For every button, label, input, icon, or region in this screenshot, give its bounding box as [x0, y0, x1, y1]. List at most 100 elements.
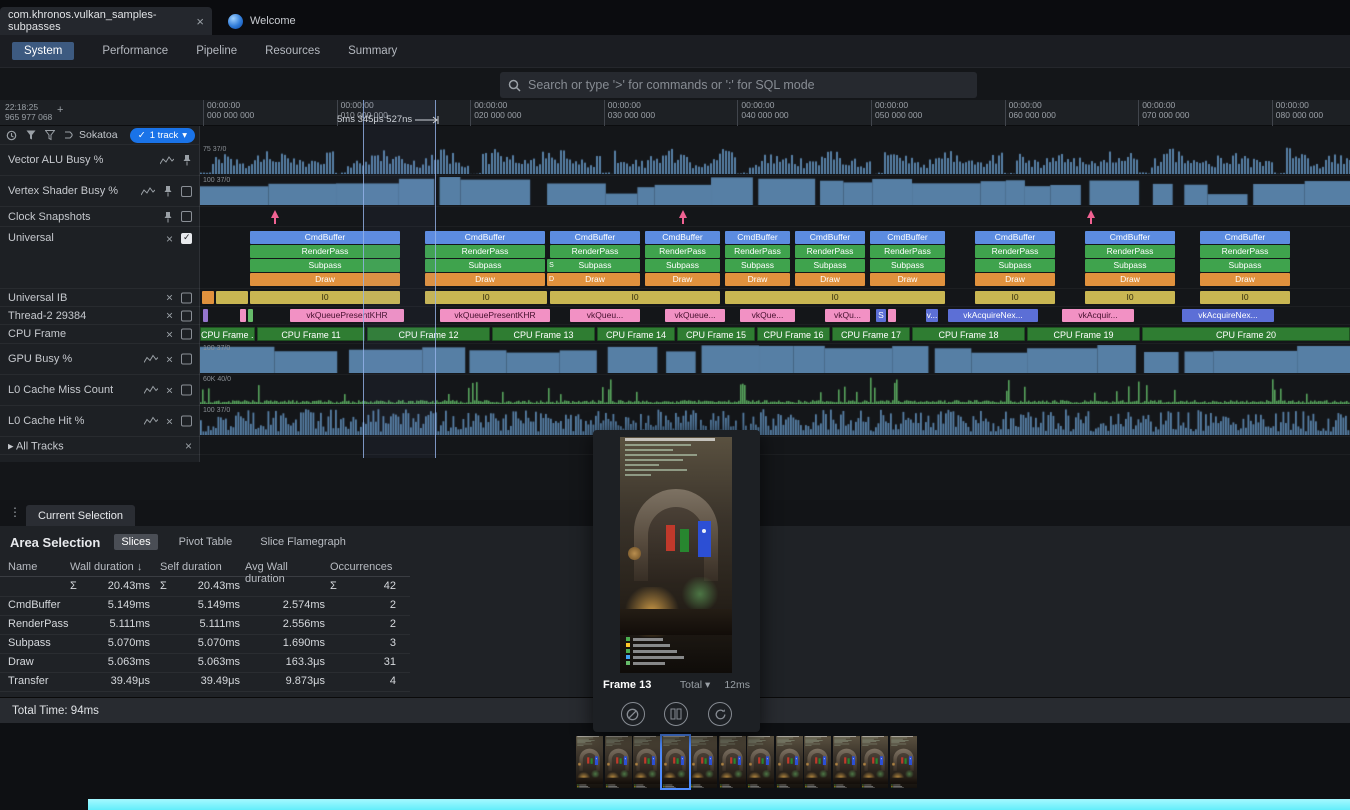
timeline-slice-renderpass[interactable]: RenderPass	[870, 245, 945, 258]
timeline-slice-i0[interactable]: I0	[250, 291, 400, 304]
timeline-slice-cmdbuffer[interactable]: CmdBuffer	[795, 231, 865, 244]
view-tab-slice-flamegraph[interactable]: Slice Flamegraph	[253, 534, 353, 550]
close-track-icon[interactable]: ×	[166, 311, 173, 321]
tab-capture[interactable]: com.khronos.vulkan_samples-subpasses ×	[0, 7, 212, 35]
timeline-slice-vkqueu[interactable]: vkQueu...	[570, 309, 640, 322]
timeline-slice-draw[interactable]: Draw	[870, 273, 945, 286]
timeline-slice[interactable]	[888, 309, 896, 322]
track-label-all-tracks[interactable]: ▸ All Tracks×	[0, 437, 200, 455]
filmstrip-thumbnail[interactable]	[776, 736, 803, 788]
track-checkbox[interactable]	[181, 292, 192, 303]
sparkline-icon[interactable]	[144, 386, 158, 395]
selection-table-row-renderpass[interactable]: RenderPass5.111ms5.111ms2.556ms2	[0, 616, 410, 635]
close-track-icon[interactable]: ×	[166, 234, 173, 244]
view-tab-pivot-table[interactable]: Pivot Table	[172, 534, 240, 550]
track-label-l0-cache-miss-count[interactable]: L0 Cache Miss Count×	[0, 375, 200, 406]
timeline-slice-cpu-frame-19[interactable]: CPU Frame 19	[1027, 327, 1140, 341]
close-track-icon[interactable]: ×	[166, 329, 173, 339]
timeline-slice[interactable]	[248, 309, 253, 322]
timeline-slice-cmdbuffer[interactable]: CmdBuffer	[550, 231, 640, 244]
timeline-slice-subpass[interactable]: Subpass	[975, 259, 1055, 272]
device-selector[interactable]: Sokatoa	[64, 129, 118, 141]
track-canvas-thread-2-29384[interactable]: vkQueuePresentKHR vkQueuePresentKHR vkQueu…	[200, 307, 1350, 325]
track-canvas-universal[interactable]: CmdBufferRenderPassSubpassDrawCmdBufferR…	[200, 227, 1350, 289]
track-canvas-universal-ib[interactable]: I0I0I0I0I0I0I0	[200, 289, 1350, 307]
tab-close-icon[interactable]: ×	[196, 14, 204, 29]
timeline-slice-cpu-frame-11[interactable]: CPU Frame 11	[257, 327, 365, 341]
timeline-slice-vkqueuepresentkhr[interactable]: vkQueuePresentKHR	[290, 309, 404, 322]
timeline-slice-cmdbuffer[interactable]: CmdBuffer	[1085, 231, 1175, 244]
track-checkbox[interactable]	[181, 329, 192, 340]
timeline-slice-subpass[interactable]: Subpass	[550, 259, 640, 272]
track-canvas-all-tracks[interactable]	[200, 437, 1350, 455]
close-track-icon[interactable]: ×	[185, 441, 192, 451]
filmstrip-thumbnail[interactable]	[833, 736, 860, 788]
timeline-slice-vkqu[interactable]: vkQu...	[825, 309, 870, 322]
timeline-slice-cpu-frame[interactable]: CPU Frame ...	[200, 327, 255, 341]
timeline-slice-cmdbuffer[interactable]: CmdBuffer	[250, 231, 400, 244]
timeline-slice-draw[interactable]: Draw	[550, 273, 640, 286]
track-label-l0-cache-hit[interactable]: L0 Cache Hit %×	[0, 406, 200, 437]
timeline-slice-renderpass[interactable]: RenderPass	[795, 245, 865, 258]
timeline-slice-cmdbuffer[interactable]: CmdBuffer	[1200, 231, 1290, 244]
track-label-vertex-shader-busy[interactable]: Vertex Shader Busy %	[0, 176, 200, 207]
selection-table-row-draw[interactable]: Draw5.063ms5.063ms163.3μs31	[0, 654, 410, 673]
track-canvas-l0-cache-hit[interactable]: 100 37/0	[200, 406, 1350, 437]
timeline-slice-cpu-frame-15[interactable]: CPU Frame 15	[677, 327, 755, 341]
nav-tab-resources[interactable]: Resources	[265, 45, 320, 57]
filmstrip-thumbnail[interactable]	[719, 736, 746, 788]
track-label-universal[interactable]: Universal×	[0, 227, 200, 289]
pin-icon[interactable]	[163, 185, 173, 197]
timeline-ruler[interactable]: 22:18:25 965 977 068 + 00:00:00000 000 0…	[0, 100, 1350, 126]
counter-chart-l0-cache-miss-count[interactable]	[200, 376, 1350, 404]
timeline-slice-subpass[interactable]: Subpass	[1085, 259, 1175, 272]
nav-tab-summary[interactable]: Summary	[348, 45, 397, 57]
timeline-slice-draw[interactable]: Draw	[795, 273, 865, 286]
timeline-slice-d[interactable]: D	[547, 273, 556, 286]
disable-button[interactable]	[621, 702, 645, 726]
filmstrip-thumbnail[interactable]	[633, 736, 660, 788]
nav-tab-pipeline[interactable]: Pipeline	[196, 45, 237, 57]
timeline-slice-cmdbuffer[interactable]: CmdBuffer	[425, 231, 545, 244]
track-checkbox[interactable]	[181, 211, 192, 222]
timeline-slice-vkqueuepresentkhr[interactable]: vkQueuePresentKHR	[440, 309, 550, 322]
track-checkbox-checked[interactable]	[181, 233, 192, 244]
timeline-slice[interactable]	[216, 291, 248, 304]
track-label-cpu-frame[interactable]: CPU Frame×	[0, 325, 200, 344]
timeline-slice-vkacquir[interactable]: vkAcquir...	[1062, 309, 1134, 322]
track-label-clock-snapshots[interactable]: Clock Snapshots	[0, 207, 200, 227]
timeline-slice-draw[interactable]: Draw	[975, 273, 1055, 286]
timeline-slice-i0[interactable]: I0	[550, 291, 720, 304]
track-checkbox[interactable]	[181, 416, 192, 427]
column-header-occurrences[interactable]: Occurrences	[330, 561, 396, 573]
close-track-icon[interactable]: ×	[166, 416, 173, 426]
timeline-slice-cpu-frame-12[interactable]: CPU Frame 12	[367, 327, 490, 341]
timeline-slice-i0[interactable]: I0	[975, 291, 1055, 304]
timeline-slice-cpu-frame-14[interactable]: CPU Frame 14	[597, 327, 675, 341]
timeline-slice-renderpass[interactable]: RenderPass	[250, 245, 400, 258]
filter-icon[interactable]	[26, 130, 36, 141]
selection-table-row-sum[interactable]: Σ20.43msΣ20.43msΣ42	[0, 578, 410, 597]
timeline-slice-cpu-frame-18[interactable]: CPU Frame 18	[912, 327, 1025, 341]
timeline-slice-renderpass[interactable]: RenderPass	[975, 245, 1055, 258]
zoom-plus-icon[interactable]: +	[57, 104, 63, 116]
sparkline-icon[interactable]	[141, 187, 155, 196]
bottom-highlight-bar[interactable]	[88, 799, 1350, 810]
track-checkbox[interactable]	[181, 310, 192, 321]
selection-table-row-subpass[interactable]: Subpass5.070ms5.070ms1.690ms3	[0, 635, 410, 654]
close-track-icon[interactable]: ×	[166, 293, 173, 303]
timeline-slice-cpu-frame-20[interactable]: CPU Frame 20	[1142, 327, 1350, 341]
timeline-slice-draw[interactable]: Draw	[645, 273, 720, 286]
view-tab-slices[interactable]: Slices	[114, 534, 157, 550]
track-checkbox[interactable]	[181, 186, 192, 197]
timeline-slice-draw[interactable]: Draw	[1200, 273, 1290, 286]
timeline-slice-vkqueue[interactable]: vkQueue...	[665, 309, 725, 322]
timeline-slice-i0[interactable]: I0	[425, 291, 547, 304]
track-label-thread-2-29384[interactable]: Thread-2 29384×	[0, 307, 200, 325]
nav-tab-performance[interactable]: Performance	[102, 45, 168, 57]
selection-line-right[interactable]	[435, 100, 436, 458]
timeline-slice-renderpass[interactable]: RenderPass	[550, 245, 640, 258]
track-canvas-cpu-frame[interactable]: CPU Frame ...CPU Frame 11CPU Frame 12 CPU…	[200, 325, 1350, 344]
selection-table-row-cmdbuffer[interactable]: CmdBuffer5.149ms5.149ms2.574ms2	[0, 597, 410, 616]
timeline-slice-subpass[interactable]: Subpass	[795, 259, 865, 272]
